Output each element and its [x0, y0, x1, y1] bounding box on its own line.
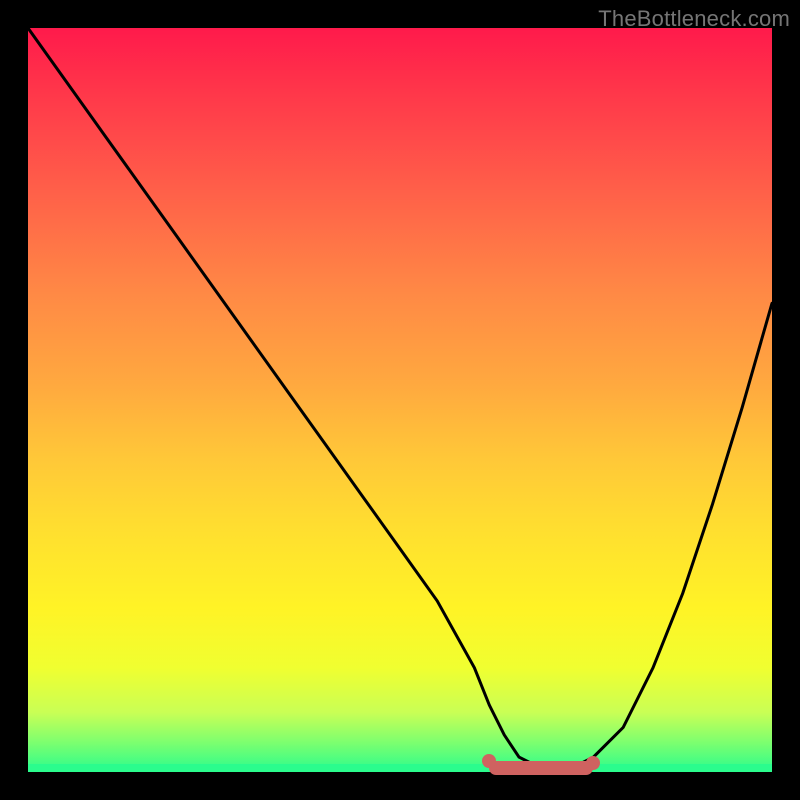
- bottleneck-curve: [28, 28, 772, 772]
- valley-highlight: [489, 761, 593, 775]
- plot-area: [28, 28, 772, 772]
- attribution-label: TheBottleneck.com: [598, 6, 790, 32]
- chart-frame: TheBottleneck.com: [0, 0, 800, 800]
